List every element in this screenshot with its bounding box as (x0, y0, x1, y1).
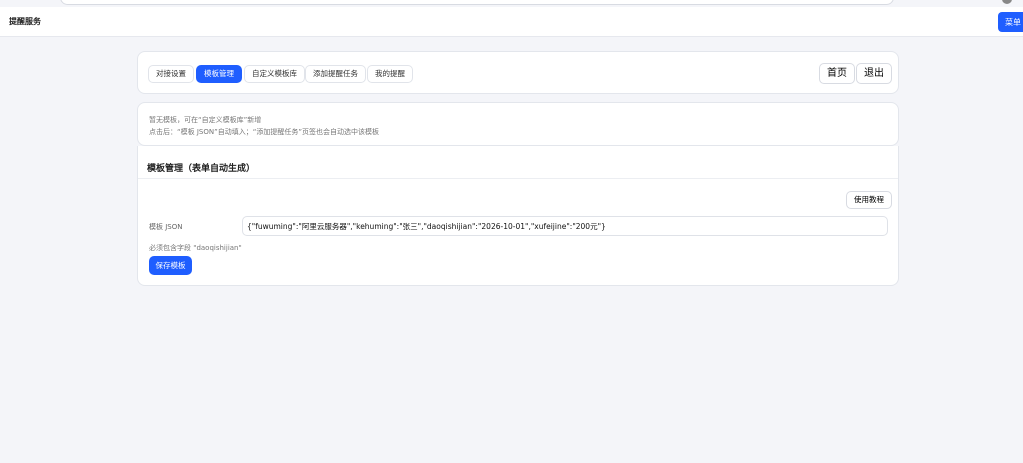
template-form-card: 模板管理（表单自动生成） 使用教程 模板 JSON 必须包含字段 "daoqis… (137, 146, 899, 286)
app-header: 提醒服务 菜单 (0, 7, 1023, 37)
notice-line-1: 暂无模板，可在“自定义模板库”新增 (149, 116, 262, 124)
home-button[interactable]: 首页 (819, 63, 855, 84)
tab-custom-template-library[interactable]: 自定义模板库 (244, 65, 305, 83)
notice-card: 暂无模板，可在“自定义模板库”新增 点击后：“模板 JSON”自动填入；“添加提… (137, 102, 899, 146)
required-field-hint: 必须包含字段 "daoqishijian" (149, 244, 242, 252)
tutorial-button[interactable]: 使用教程 (846, 191, 892, 209)
form-title: 模板管理（表单自动生成） (147, 164, 256, 174)
tab-my-reminders[interactable]: 我的提醒 (367, 65, 413, 83)
tab-integration-settings[interactable]: 对接设置 (148, 65, 194, 83)
divider (138, 178, 898, 179)
logout-button[interactable]: 退出 (856, 63, 892, 84)
notice-line-2: 点击后：“模板 JSON”自动填入；“添加提醒任务”页签也会自动选中该模板 (149, 128, 379, 136)
nav-card: 对接设置 模板管理 自定义模板库 添加提醒任务 我的提醒 首页 退出 (137, 51, 899, 94)
app-title: 提醒服务 (9, 17, 41, 26)
tab-template-management[interactable]: 模板管理 (196, 65, 242, 83)
menu-button[interactable]: 菜单 (998, 12, 1023, 32)
tab-add-reminder-task[interactable]: 添加提醒任务 (305, 65, 366, 83)
top-search-bar[interactable] (60, 0, 894, 5)
json-label: 模板 JSON (149, 223, 183, 231)
template-json-input[interactable] (242, 216, 888, 236)
save-template-button[interactable]: 保存模板 (149, 256, 192, 275)
user-icon[interactable] (1002, 0, 1012, 4)
